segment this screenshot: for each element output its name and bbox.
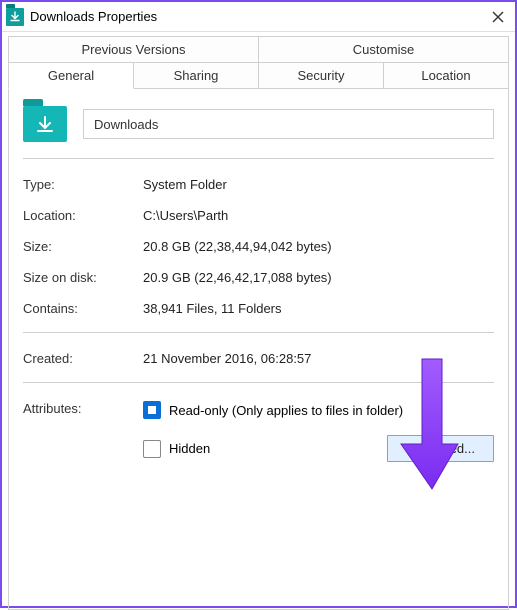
contains-value: 38,941 Files, 11 Folders — [143, 301, 494, 316]
hidden-checkbox[interactable] — [143, 440, 161, 458]
properties-window: Downloads Properties Previous Versions C… — [0, 0, 517, 608]
folder-name-input[interactable] — [83, 109, 494, 139]
readonly-label: Read-only (Only applies to files in fold… — [169, 403, 403, 418]
hidden-label: Hidden — [169, 441, 210, 456]
location-value: C:\Users\Parth — [143, 208, 494, 223]
tab-sharing[interactable]: Sharing — [133, 63, 259, 89]
readonly-checkbox[interactable] — [143, 401, 161, 419]
tab-security[interactable]: Security — [258, 63, 384, 89]
advanced-button[interactable]: Advanced... — [387, 435, 494, 462]
attributes-row: Attributes: Read-only (Only applies to f… — [23, 383, 494, 462]
tab-customise[interactable]: Customise — [258, 36, 509, 63]
tabs-row-bottom: General Sharing Security Location — [8, 63, 509, 89]
tabs-row-top: Previous Versions Customise — [8, 36, 509, 63]
info-grid: Type: System Folder Location: C:\Users\P… — [23, 159, 494, 333]
size-value: 20.8 GB (22,38,44,94,042 bytes) — [143, 239, 494, 254]
title-folder-icon — [6, 8, 24, 26]
close-button[interactable] — [485, 4, 511, 30]
name-row — [23, 100, 494, 159]
hidden-advanced-row: Hidden Advanced... — [143, 435, 494, 462]
type-label: Type: — [23, 177, 143, 192]
created-label: Created: — [23, 351, 143, 366]
tabs: Previous Versions Customise General Shar… — [2, 32, 515, 610]
download-folder-icon — [23, 106, 67, 142]
titlebar: Downloads Properties — [2, 2, 515, 32]
window-title: Downloads Properties — [30, 9, 157, 24]
tab-general[interactable]: General — [8, 63, 134, 89]
tab-previous-versions[interactable]: Previous Versions — [8, 36, 259, 63]
readonly-line: Read-only (Only applies to files in fold… — [143, 401, 494, 419]
size-on-disk-label: Size on disk: — [23, 270, 143, 285]
attributes-stack: Read-only (Only applies to files in fold… — [143, 401, 494, 462]
contains-label: Contains: — [23, 301, 143, 316]
tab-location[interactable]: Location — [383, 63, 509, 89]
close-icon — [492, 11, 504, 23]
attributes-label: Attributes: — [23, 401, 143, 462]
size-label: Size: — [23, 239, 143, 254]
size-on-disk-value: 20.9 GB (22,46,42,17,088 bytes) — [143, 270, 494, 285]
type-value: System Folder — [143, 177, 494, 192]
hidden-line: Hidden — [143, 440, 210, 458]
general-panel: Type: System Folder Location: C:\Users\P… — [8, 88, 509, 610]
location-label: Location: — [23, 208, 143, 223]
created-row: Created: 21 November 2016, 06:28:57 — [23, 333, 494, 383]
created-value: 21 November 2016, 06:28:57 — [143, 351, 494, 366]
